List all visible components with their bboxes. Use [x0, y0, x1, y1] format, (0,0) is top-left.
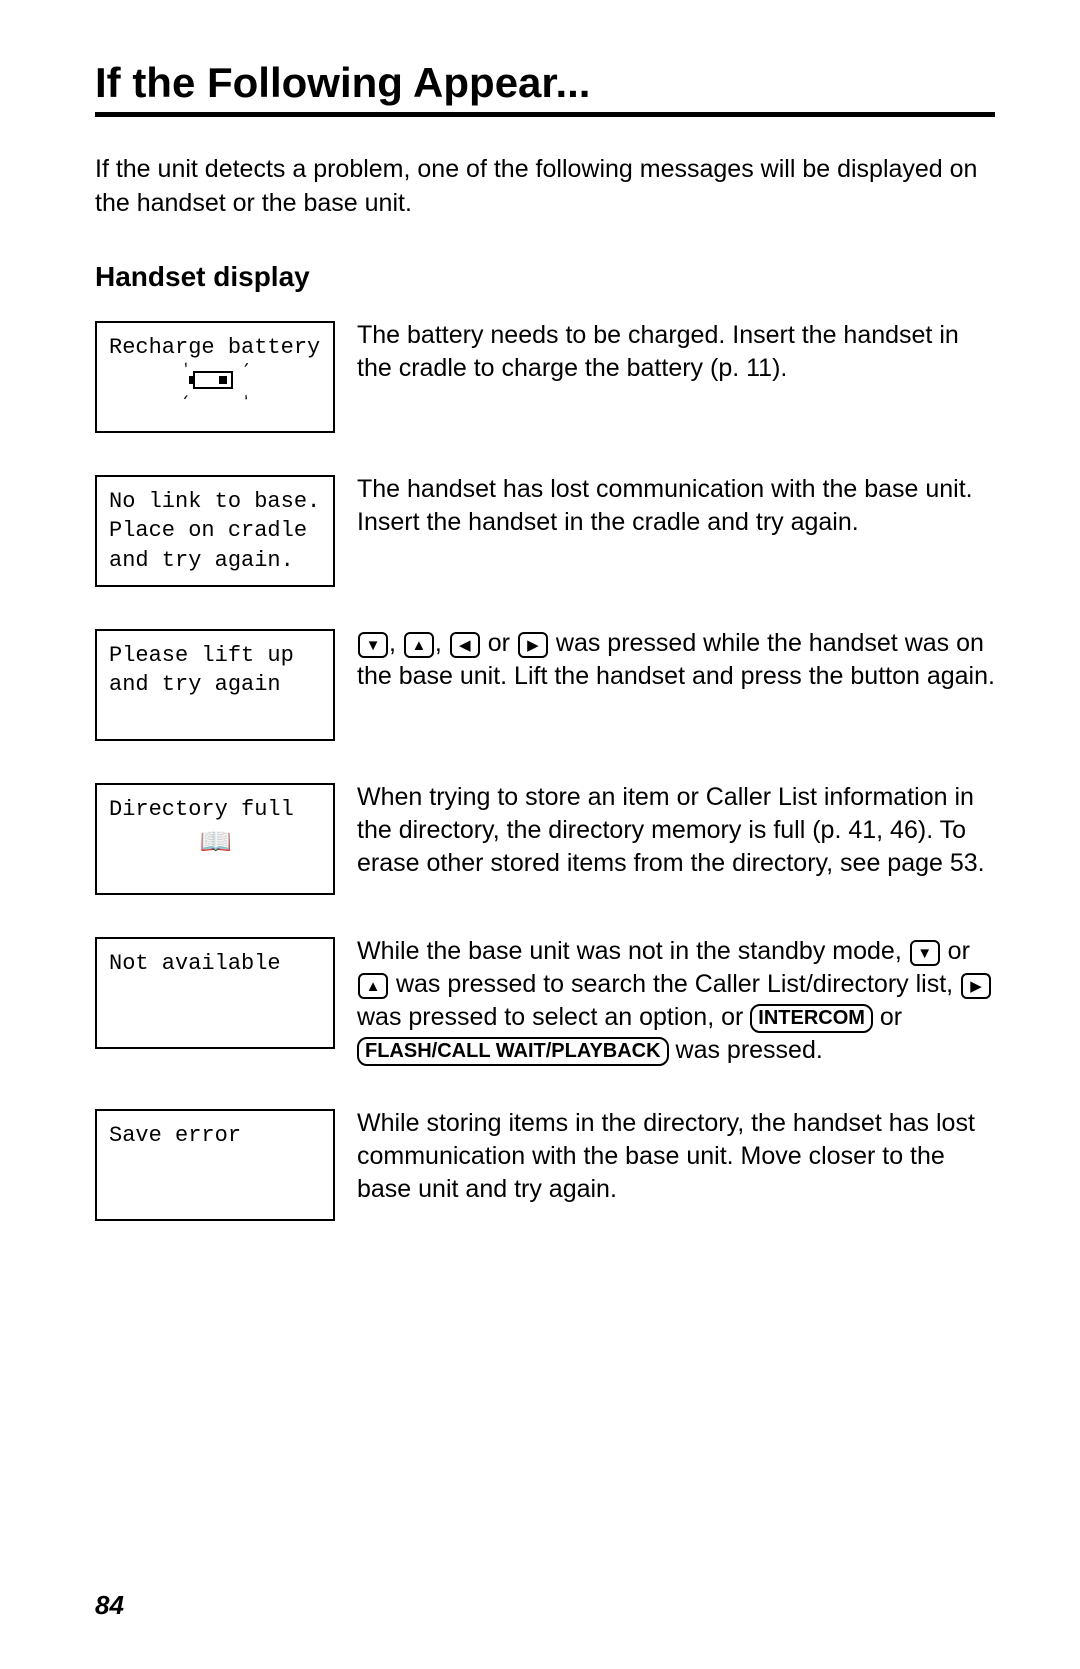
up-arrow-key-icon: ▲ [358, 973, 388, 999]
lcd-icon-row: ׳ ׳ ׳ ׳ [109, 368, 323, 392]
flash-call-wait-playback-button-label: FLASH/CALL WAIT/PLAYBACK [357, 1037, 669, 1066]
message-row: Save error While storing items in the di… [95, 1107, 995, 1221]
lcd-text: Not available [109, 949, 323, 979]
lcd-display: Please lift up and try again [95, 629, 335, 741]
page-number: 84 [95, 1590, 124, 1621]
desc-text: was pressed to select an option, or [357, 1003, 750, 1031]
lcd-icon-row: 📖 [109, 830, 323, 856]
desc-text: was pressed. [669, 1036, 823, 1064]
lcd-text: Directory full [109, 795, 323, 825]
page-title: If the Following Appear... [95, 60, 995, 106]
lcd-text: Please lift up and try again [109, 641, 323, 700]
intro-text: If the unit detects a problem, one of th… [95, 153, 995, 221]
message-rows: Recharge battery ׳ ׳ ׳ ׳ The battery nee… [95, 319, 995, 1221]
message-description: While the base unit was not in the stand… [357, 935, 995, 1067]
lcd-display: Not available [95, 937, 335, 1049]
message-description: When trying to store an item or Caller L… [357, 781, 995, 880]
message-description: The handset has lost communication with … [357, 473, 995, 539]
message-row: Recharge battery ׳ ׳ ׳ ׳ The battery nee… [95, 319, 995, 433]
battery-low-icon: ׳ ׳ ׳ ׳ [187, 368, 245, 392]
lcd-display: No link to base. Place on cradle and try… [95, 475, 335, 587]
down-arrow-key-icon: ▼ [910, 940, 940, 966]
message-row: Not available While the base unit was no… [95, 935, 995, 1067]
lcd-text: Recharge battery [109, 333, 323, 363]
desc-text: or [873, 1003, 902, 1031]
left-arrow-key-icon: ◀ [450, 632, 480, 658]
message-description: While storing items in the directory, th… [357, 1107, 995, 1206]
desc-text: was pressed to search the Caller List/di… [389, 970, 960, 998]
manual-page: If the Following Appear... If the unit d… [0, 0, 1080, 1669]
up-arrow-key-icon: ▲ [404, 632, 434, 658]
message-description: The battery needs to be charged. Insert … [357, 319, 995, 385]
message-row: Directory full 📖 When trying to store an… [95, 781, 995, 895]
right-arrow-key-icon: ▶ [961, 973, 991, 999]
directory-book-icon: 📖 [200, 830, 232, 856]
message-row: No link to base. Place on cradle and try… [95, 473, 995, 587]
intercom-button-label: INTERCOM [750, 1004, 873, 1033]
lcd-display: Directory full 📖 [95, 783, 335, 895]
message-description: ▼, ▲, ◀ or ▶ was pressed while the hands… [357, 627, 995, 693]
section-heading-handset-display: Handset display [95, 261, 995, 293]
desc-text: While the base unit was not in the stand… [357, 937, 909, 965]
lcd-text: No link to base. Place on cradle and try… [109, 487, 323, 576]
down-arrow-key-icon: ▼ [358, 632, 388, 658]
lcd-display: Recharge battery ׳ ׳ ׳ ׳ [95, 321, 335, 433]
message-row: Please lift up and try again ▼, ▲, ◀ or … [95, 627, 995, 741]
lcd-display: Save error [95, 1109, 335, 1221]
lcd-text: Save error [109, 1121, 323, 1151]
title-underline [95, 112, 995, 117]
right-arrow-key-icon: ▶ [518, 632, 548, 658]
